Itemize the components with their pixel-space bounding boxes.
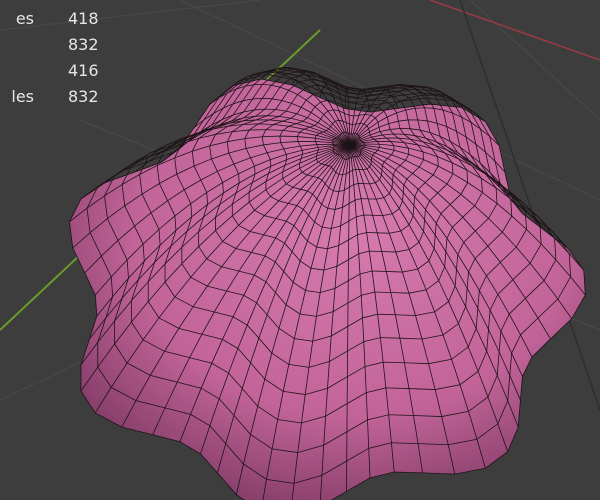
stat-value: 832 (68, 87, 99, 106)
stat-label (0, 58, 34, 84)
stat-value: 416 (68, 61, 99, 80)
stat-value: 418 (68, 9, 99, 28)
stat-label: les (11, 87, 34, 106)
stat-label (0, 32, 34, 58)
stat-label: es (15, 9, 34, 28)
stat-row-triangles: les 832 (0, 84, 99, 110)
x-axis-line (429, 0, 600, 61)
stat-row-faces: 416 (0, 58, 99, 84)
mesh-object[interactable] (69, 66, 586, 500)
statistics-overlay: es 418 832 416 les 832 (0, 6, 99, 110)
stat-row-vertices: es 418 (0, 6, 99, 32)
stat-value: 832 (68, 35, 99, 54)
stat-row-edges: 832 (0, 32, 99, 58)
